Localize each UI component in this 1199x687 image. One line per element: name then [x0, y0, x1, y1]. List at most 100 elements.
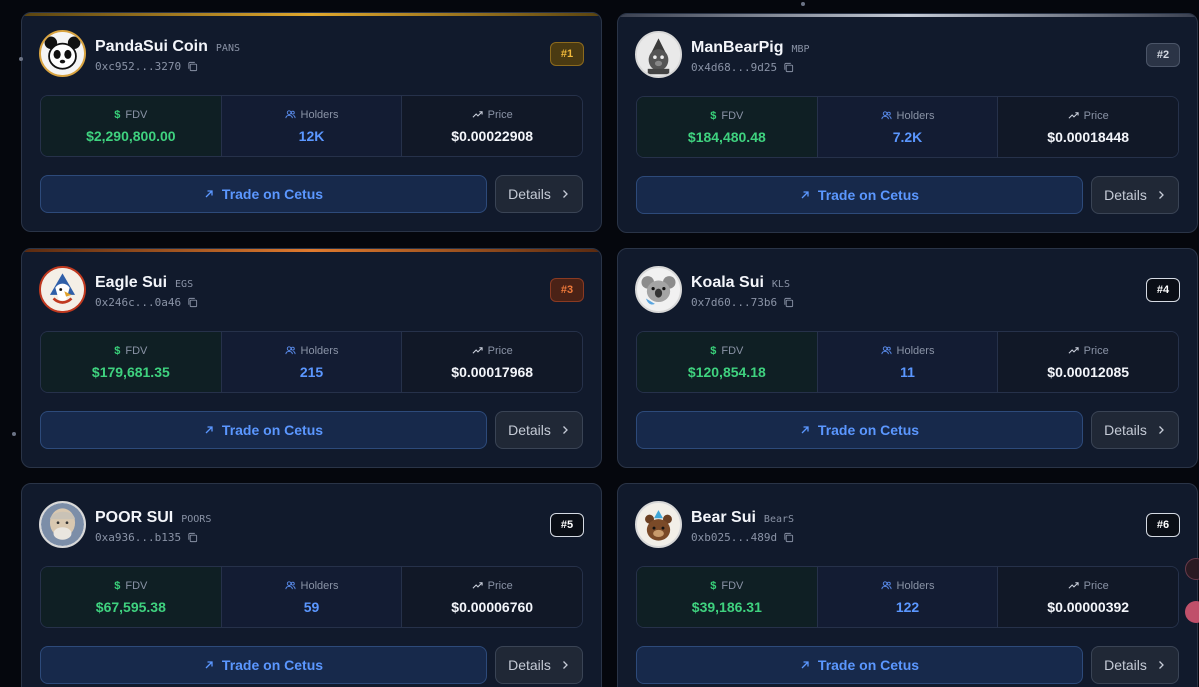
chevron-right-icon: [560, 189, 570, 199]
price-value: $0.00012085: [1047, 363, 1130, 380]
trade-on-cetus-button[interactable]: Trade on Cetus: [40, 411, 487, 449]
fdv-value: $184,480.48: [687, 128, 766, 145]
token-ticker: MBP: [791, 44, 810, 55]
fdv-label: FDV: [721, 344, 744, 357]
trending-up-icon: [1068, 110, 1079, 121]
copy-icon[interactable]: [783, 62, 794, 73]
price-stat: Price $0.00012085: [998, 332, 1178, 392]
token-name: POOR SUI: [95, 509, 174, 526]
copy-icon[interactable]: [187, 61, 198, 72]
holders-value: 215: [299, 363, 324, 380]
trending-up-icon: [1068, 345, 1079, 356]
token-ticker: POORS: [181, 514, 212, 525]
trade-on-cetus-button[interactable]: Trade on Cetus: [40, 175, 487, 213]
users-icon: [285, 109, 296, 120]
price-stat: Price $0.00000392: [998, 567, 1178, 627]
holders-label: Holders: [896, 109, 935, 122]
dollar-icon: $: [710, 344, 717, 357]
details-button[interactable]: Details: [1091, 176, 1179, 214]
arrow-up-right-icon: [204, 425, 214, 435]
holders-value: 122: [895, 598, 920, 615]
rank-badge: #6: [1146, 513, 1180, 537]
fdv-label: FDV: [721, 109, 744, 122]
details-button[interactable]: Details: [495, 411, 583, 449]
trade-label: Trade on Cetus: [817, 187, 920, 203]
fdv-label: FDV: [125, 108, 148, 121]
token-card-bear-sui: Bear Sui BearS 0xb025...489d #6 $ FDV $39,1…: [617, 483, 1198, 687]
holders-label: Holders: [300, 344, 339, 357]
holders-stat: Holders 7.2K: [817, 97, 999, 157]
trade-on-cetus-button[interactable]: Trade on Cetus: [40, 646, 487, 684]
token-name: Koala Sui: [691, 274, 764, 291]
details-button[interactable]: Details: [1091, 411, 1179, 449]
users-icon: [881, 580, 892, 591]
price-label: Price: [487, 108, 513, 121]
background-dot: [12, 432, 16, 436]
token-name: Bear Sui: [691, 509, 756, 526]
trade-on-cetus-button[interactable]: Trade on Cetus: [636, 411, 1083, 449]
arrow-up-right-icon: [800, 190, 810, 200]
holders-label: Holders: [896, 344, 935, 357]
fdv-label: FDV: [721, 579, 744, 592]
details-button[interactable]: Details: [1091, 646, 1179, 684]
poor-sui-avatar: [39, 501, 86, 548]
rank-badge: #2: [1146, 43, 1180, 67]
chevron-right-icon: [1156, 190, 1166, 200]
holders-value: 11: [900, 363, 915, 380]
copy-icon[interactable]: [783, 532, 794, 543]
token-address: 0xb025...489d: [691, 531, 778, 544]
details-label: Details: [508, 657, 551, 673]
arrow-up-right-icon: [204, 660, 214, 670]
fdv-stat: $ FDV $39,186.31: [637, 567, 818, 627]
users-icon: [881, 345, 892, 356]
fdv-stat: $ FDV $184,480.48: [637, 97, 818, 157]
price-stat: Price $0.00006760: [402, 567, 582, 627]
manbearpig-avatar: [635, 31, 682, 78]
price-value: $0.00018448: [1047, 128, 1130, 145]
trending-up-icon: [472, 345, 483, 356]
token-card-poor-sui: POOR SUI POORS 0xa936...b135 #5 $ FDV $67,5…: [21, 483, 602, 687]
bear-avatar: [635, 501, 682, 548]
token-address: 0x7d60...73b6: [691, 296, 778, 309]
token-card-koala-sui: Koala Sui KLS 0x7d60...73b6 #4 $ FDV $120,8…: [617, 248, 1198, 468]
trade-label: Trade on Cetus: [221, 186, 324, 202]
dollar-icon: $: [114, 344, 121, 357]
copy-icon[interactable]: [187, 532, 198, 543]
dollar-icon: $: [710, 109, 717, 122]
users-icon: [285, 345, 296, 356]
holders-value: 7.2K: [892, 128, 923, 145]
holders-stat: Holders 12K: [221, 96, 403, 156]
details-button[interactable]: Details: [495, 646, 583, 684]
fdv-stat: $ FDV $2,290,800.00: [41, 96, 222, 156]
details-button[interactable]: Details: [495, 175, 583, 213]
token-ticker: EGS: [175, 279, 194, 290]
users-icon: [881, 110, 892, 121]
copy-icon[interactable]: [783, 297, 794, 308]
stats-panel: $ FDV $120,854.18 Holders 11 Price $0.000120…: [636, 331, 1179, 393]
chevron-right-icon: [560, 425, 570, 435]
rank-badge: #1: [550, 42, 584, 66]
token-name: PandaSui Coin: [95, 38, 208, 55]
koala-avatar: [635, 266, 682, 313]
fdv-label: FDV: [125, 579, 148, 592]
copy-icon[interactable]: [187, 297, 198, 308]
details-label: Details: [508, 422, 551, 438]
price-value: $0.00022908: [451, 127, 534, 144]
price-stat: Price $0.00017968: [402, 332, 582, 392]
fdv-value: $39,186.31: [691, 598, 762, 615]
holders-stat: Holders 122: [817, 567, 999, 627]
trade-on-cetus-button[interactable]: Trade on Cetus: [636, 646, 1083, 684]
price-value: $0.00006760: [451, 598, 534, 615]
price-label: Price: [487, 579, 513, 592]
eagle-avatar: [39, 266, 86, 313]
rank-badge: #5: [550, 513, 584, 537]
token-card-manbearpig: ManBearPig MBP 0x4d68...9d25 #2 $ FDV $184,…: [617, 13, 1198, 233]
trending-up-icon: [1068, 580, 1079, 591]
token-ticker: PANS: [215, 43, 240, 54]
price-value: $0.00000392: [1047, 598, 1130, 615]
trending-up-icon: [472, 580, 483, 591]
holders-stat: Holders 215: [221, 332, 403, 392]
trade-on-cetus-button[interactable]: Trade on Cetus: [636, 176, 1083, 214]
stats-panel: $ FDV $39,186.31 Holders 122 Price $0.000003…: [636, 566, 1179, 628]
trending-up-icon: [472, 109, 483, 120]
